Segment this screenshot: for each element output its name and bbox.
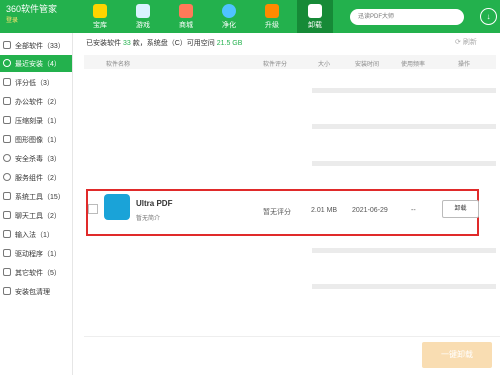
sidebar-item-low-rating[interactable]: 评分低（3） (0, 74, 72, 91)
installed-count: 33 (122, 40, 131, 47)
summary-prefix: 已安装软件 (86, 40, 121, 47)
sidebar-item-cleanup[interactable]: 安装包清理 (0, 283, 72, 300)
column-header: 软件评分 (263, 62, 288, 68)
download-icon[interactable]: ↓ (480, 8, 497, 25)
refresh-icon: ⟳ (455, 39, 461, 46)
app-size: 2.01 MB (311, 207, 338, 214)
bulk-uninstall-button[interactable]: 一键卸载 (422, 342, 492, 368)
sidebar: 全部软件（33） 最近安装（4） 评分低（3） 办公软件（2） 压缩刻录（1） … (0, 33, 73, 375)
driver-icon (3, 249, 11, 257)
sidebar-item-label: 全部软件（33） (15, 43, 65, 50)
nav-uninstall[interactable]: 卸载 (297, 0, 333, 33)
nav-label: 宝库 (93, 22, 107, 29)
sidebar-item-service[interactable]: 服务组件（2） (0, 169, 72, 186)
placeholder-row (312, 124, 496, 129)
placeholder-row (312, 248, 496, 253)
office-icon (3, 97, 11, 105)
app-rating: 暂无评分 (263, 209, 291, 216)
column-header: 操作 (458, 62, 471, 68)
sidebar-item-chat[interactable]: 聊天工具（2） (0, 207, 72, 224)
column-header: 安装时间 (355, 62, 380, 68)
app-usage-frequency: -- (411, 207, 416, 214)
app-name: Ultra PDF (136, 199, 173, 208)
service-icon (3, 173, 11, 181)
clock-icon (3, 59, 11, 67)
sidebar-item-label: 驱动程序（1） (15, 251, 61, 258)
gamepad-icon (136, 4, 150, 18)
image-icon (3, 135, 11, 143)
column-header: 使用频率 (401, 62, 426, 68)
placeholder-row (312, 161, 496, 166)
purify-icon (222, 4, 236, 18)
sidebar-item-office[interactable]: 办公软件（2） (0, 93, 72, 110)
summary-mid: 款，系统盘（C）可用空间 (132, 40, 215, 47)
app-icon (104, 194, 130, 220)
refresh-label: 刷新 (462, 39, 477, 46)
top-bar: 360软件管家 登录 宝库 游戏 商城 净化 升级 卸载 ↓ (0, 0, 500, 33)
cleanup-icon (3, 287, 11, 295)
search-box[interactable] (350, 9, 464, 25)
sidebar-item-drivers[interactable]: 驱动程序（1） (0, 245, 72, 262)
sidebar-item-label: 服务组件（2） (15, 175, 61, 182)
chat-icon (3, 211, 11, 219)
uninstall-button[interactable]: 卸载 (442, 200, 479, 218)
nav-label: 净化 (222, 22, 236, 29)
placeholder-row (312, 88, 496, 93)
sidebar-item-compress[interactable]: 压缩刻录（1） (0, 112, 72, 129)
search-input[interactable] (350, 9, 464, 25)
refresh-button[interactable]: ⟳ 刷新 (455, 37, 477, 47)
trash-icon (308, 4, 322, 18)
sidebar-item-label: 评分低（3） (15, 80, 54, 87)
sidebar-item-image[interactable]: 图形图像（1） (0, 131, 72, 148)
sidebar-item-label: 办公软件（2） (15, 99, 61, 106)
upgrade-icon (265, 4, 279, 18)
sidebar-item-other[interactable]: 其它软件（5） (0, 264, 72, 281)
all-apps-icon (3, 41, 11, 49)
sidebar-item-label: 聊天工具（2） (15, 213, 61, 220)
compress-icon (3, 116, 11, 124)
sidebar-item-label: 压缩刻录（1） (15, 118, 61, 125)
sidebar-item-recent[interactable]: 最近安装（4） (0, 55, 72, 72)
table-header: 软件名称 软件评分 大小 安装时间 使用频率 操作 (84, 55, 496, 69)
free-space: 21.5 GB (216, 40, 243, 47)
app-description: 暂无简介 (136, 216, 161, 222)
column-header: 软件名称 (106, 62, 131, 68)
sidebar-item-label: 系统工具（15） (15, 194, 65, 201)
security-icon (3, 154, 11, 162)
divider (84, 336, 500, 337)
app-install-date: 2021-06-29 (352, 207, 388, 214)
low-rating-icon (3, 78, 11, 86)
row-checkbox[interactable] (88, 204, 98, 214)
sidebar-item-label: 安全杀毒（3） (15, 156, 61, 163)
sidebar-item-label: 安装包清理 (15, 289, 50, 296)
nav-label: 商城 (179, 22, 193, 29)
nav-label: 卸载 (308, 22, 322, 29)
system-tools-icon (3, 192, 11, 200)
login-link[interactable]: 登录 (6, 15, 18, 24)
sidebar-item-system-tools[interactable]: 系统工具（15） (0, 188, 72, 205)
nav-purify[interactable]: 净化 (211, 0, 247, 33)
sidebar-item-security[interactable]: 安全杀毒（3） (0, 150, 72, 167)
sidebar-item-label: 其它软件（5） (15, 270, 61, 277)
placeholder-row (312, 284, 496, 289)
nav-games[interactable]: 游戏 (125, 0, 161, 33)
nav-label: 游戏 (136, 22, 150, 29)
sidebar-item-label: 最近安装（4） (15, 61, 61, 68)
nav-treasury[interactable]: 宝库 (82, 0, 118, 33)
star-icon (93, 4, 107, 18)
keyboard-icon (3, 230, 11, 238)
other-icon (3, 268, 11, 276)
app-title: 360软件管家 (6, 4, 58, 14)
sidebar-item-label: 输入法（1） (15, 232, 54, 239)
nav-upgrade[interactable]: 升级 (254, 0, 290, 33)
nav-mall[interactable]: 商城 (168, 0, 204, 33)
sidebar-item-label: 图形图像（1） (15, 137, 61, 144)
shopping-bag-icon (179, 4, 193, 18)
column-header: 大小 (318, 62, 331, 68)
nav-label: 升级 (265, 22, 279, 29)
install-summary: 已安装软件 33 款，系统盘（C）可用空间 21.5 GB (86, 38, 242, 48)
sidebar-item-input-method[interactable]: 输入法（1） (0, 226, 72, 243)
sidebar-item-all[interactable]: 全部软件（33） (0, 37, 72, 54)
